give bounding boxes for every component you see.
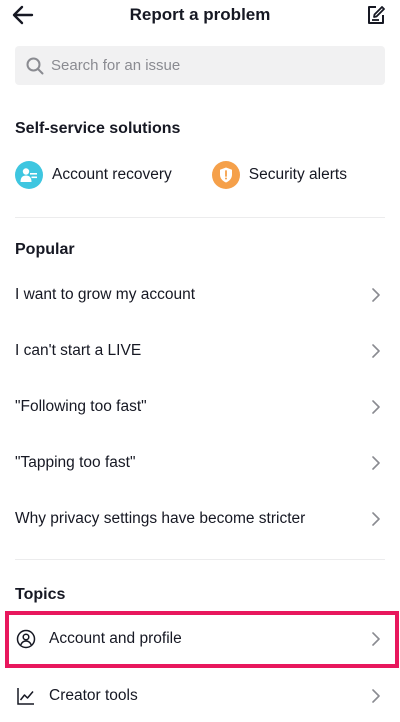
header-bar: Report a problem	[0, 0, 400, 30]
search-input[interactable]	[51, 57, 351, 74]
list-item-label: "Following too fast"	[15, 398, 147, 415]
chevron-right-icon	[366, 453, 386, 473]
search-bar[interactable]	[15, 46, 385, 85]
list-item-label: I can't start a LIVE	[15, 342, 142, 359]
edit-report-icon	[368, 6, 385, 24]
popular-item-start-live[interactable]: I can't start a LIVE	[0, 325, 400, 377]
chevron-right-icon	[366, 509, 386, 529]
search-icon	[25, 56, 45, 76]
security-alerts-button[interactable]: Security alerts	[211, 159, 347, 191]
chevron-right-icon	[366, 285, 386, 305]
list-item-label: "Tapping too fast"	[15, 454, 136, 471]
shield-icon	[211, 161, 240, 189]
security-alerts-label: Security alerts	[248, 166, 347, 183]
topics-heading: Topics	[15, 586, 66, 603]
chevron-right-icon	[366, 686, 386, 706]
popular-item-privacy-settings[interactable]: Why privacy settings have become stricte…	[0, 493, 400, 545]
popular-heading: Popular	[15, 241, 75, 258]
list-item-label: I want to grow my account	[15, 286, 196, 303]
account-recovery-icon	[15, 161, 43, 189]
popular-item-tapping-too-fast[interactable]: "Tapping too fast"	[0, 437, 400, 489]
chevron-right-icon	[366, 397, 386, 417]
self-service-heading: Self-service solutions	[15, 120, 181, 137]
popular-item-following-too-fast[interactable]: "Following too fast"	[0, 381, 400, 433]
topic-item-creator-tools[interactable]: Creator tools	[0, 670, 400, 722]
list-item-label: Creator tools	[49, 687, 138, 704]
list-item-label: Why privacy settings have become stricte…	[15, 510, 306, 527]
chevron-right-icon	[366, 341, 386, 361]
chart-line-icon	[15, 685, 37, 707]
edit-report-button[interactable]	[364, 3, 388, 27]
page-title: Report a problem	[129, 5, 271, 24]
selection-highlight	[5, 611, 399, 668]
divider	[15, 559, 385, 560]
popular-item-grow-account[interactable]: I want to grow my account	[0, 269, 400, 321]
account-recovery-button[interactable]: Account recovery	[15, 159, 172, 191]
divider	[15, 217, 385, 218]
account-recovery-label: Account recovery	[52, 166, 172, 183]
self-service-list: Account recovery Security alerts	[15, 159, 385, 191]
